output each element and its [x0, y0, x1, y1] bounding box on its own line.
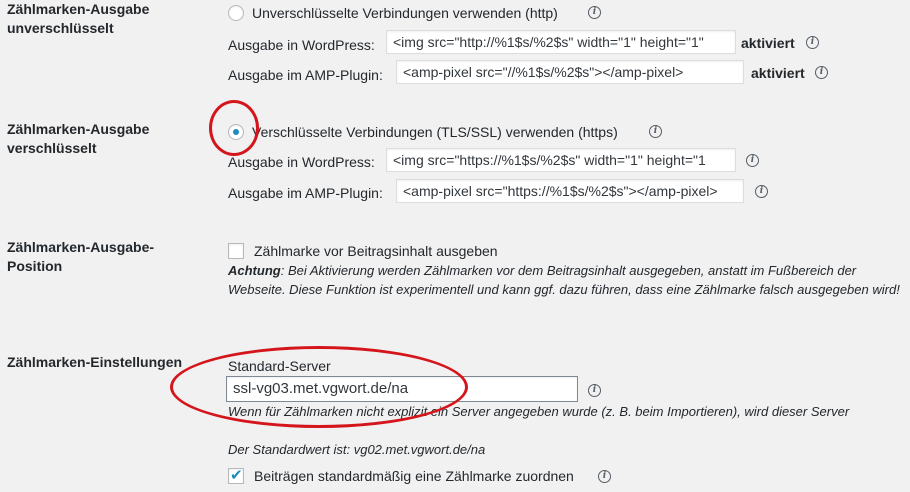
info-icon[interactable]: i: [746, 154, 759, 167]
unencrypted-label: Zählmarken-Ausgabe unverschlüsselt: [7, 1, 150, 36]
settings-label: Zählmarken-Einstellungen: [7, 354, 183, 370]
server-description: Wenn für Zählmarken nicht explizit ein S…: [228, 404, 850, 425]
info-icon[interactable]: i: [649, 125, 662, 138]
assign-default-label: Beiträgen standardmäßig eine Zählmarke z…: [254, 468, 574, 484]
before-content-label: Zählmarke vor Beitragsinhalt ausgeben: [254, 243, 498, 259]
http-amp-output-field[interactable]: <amp-pixel src="//%1$s/%2$s"></amp-pixel…: [396, 60, 744, 84]
wp-output-label: Ausgabe in WordPress:: [228, 37, 375, 53]
standard-server-label: Standard-Server: [228, 358, 331, 374]
position-label: Zählmarken-Ausgabe-Position: [7, 239, 155, 274]
warning-text: : Bei Aktivierung werden Zählmarken vor …: [228, 263, 900, 297]
info-icon[interactable]: i: [806, 36, 819, 49]
assign-default-checkbox[interactable]: [228, 466, 244, 484]
https-radio-label: Verschlüsselte Verbindungen (TLS/SSL) ve…: [252, 124, 618, 140]
info-icon[interactable]: i: [755, 185, 768, 198]
https-amp-output-field[interactable]: <amp-pixel src="https://%1$s/%2$s"></amp…: [396, 179, 744, 203]
amp-output-label: Ausgabe im AMP-Plugin:: [228, 185, 383, 201]
encrypted-label: Zählmarken-Ausgabe verschlüsselt: [7, 121, 150, 156]
http-radio-label: Unverschlüsselte Verbindungen verwenden …: [252, 5, 558, 21]
amp-output-label: Ausgabe im AMP-Plugin:: [228, 67, 383, 83]
before-content-checkbox[interactable]: [228, 243, 244, 259]
https-radio[interactable]: [228, 124, 244, 140]
http-amp-status: aktiviert: [751, 65, 805, 81]
wp-output-label: Ausgabe in WordPress:: [228, 154, 375, 170]
http-wp-output-field[interactable]: <img src="http://%1$s/%2$s" width="1" he…: [386, 30, 736, 54]
info-icon[interactable]: i: [598, 470, 611, 483]
http-radio[interactable]: [228, 5, 244, 21]
server-default: Der Standardwert ist: vg02.met.vgwort.de…: [228, 442, 486, 457]
info-icon[interactable]: i: [588, 384, 601, 397]
position-description: Achtung: Bei Aktivierung werden Zählmark…: [228, 261, 900, 299]
info-icon[interactable]: i: [588, 6, 601, 19]
http-wp-status: aktiviert: [741, 35, 795, 51]
info-icon[interactable]: i: [815, 66, 828, 79]
warning-label: Achtung: [228, 263, 281, 278]
https-wp-output-field[interactable]: <img src="https://%1$s/%2$s" width="1" h…: [386, 148, 736, 172]
standard-server-input[interactable]: ssl-vg03.met.vgwort.de/na: [226, 376, 578, 402]
